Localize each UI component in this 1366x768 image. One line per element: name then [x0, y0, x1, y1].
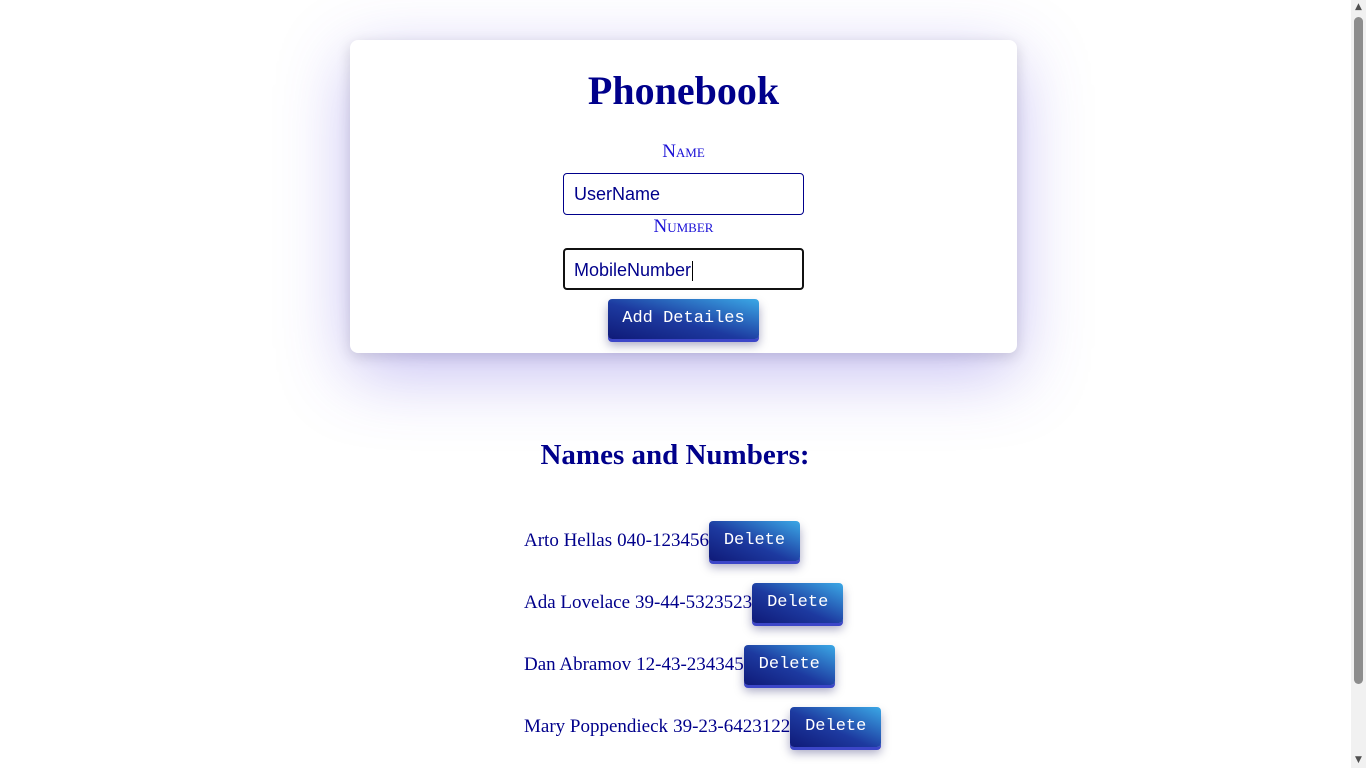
number-input[interactable]: MobileNumber	[563, 248, 804, 290]
entry-name: Arto Hellas	[524, 530, 613, 551]
scrollbar-thumb[interactable]	[1354, 17, 1363, 684]
entry-text: Mary Poppendieck 39-23-6423122	[524, 716, 790, 738]
delete-button[interactable]: Delete	[752, 583, 844, 623]
name-input-value: UserName	[574, 184, 661, 204]
entry-number: 12-43-234345	[636, 654, 744, 675]
text-caret	[692, 261, 694, 282]
entry-number: 39-23-6423122	[673, 716, 791, 737]
delete-button[interactable]: Delete	[743, 645, 835, 685]
entry-number: 39-44-5323523	[635, 592, 753, 613]
list-item: Dan Abramov 12-43-234345 Delete	[524, 644, 1124, 686]
list-item: Mary Poppendieck 39-23-6423122 Delete	[524, 706, 1124, 748]
entry-number: 040-123456	[617, 530, 709, 551]
entry-text: Ada Lovelace 39-44-5323523	[524, 592, 752, 614]
arrow-down-icon[interactable]: ▼	[1351, 753, 1366, 768]
delete-button[interactable]: Delete	[790, 707, 882, 747]
vertical-scrollbar[interactable]: ▲ ▼	[1351, 0, 1366, 768]
page-title: Phonebook	[587, 68, 780, 113]
entry-name: Ada Lovelace	[524, 592, 631, 613]
entry-text: Arto Hellas 040-123456	[524, 530, 709, 552]
arrow-up-icon[interactable]: ▲	[1351, 0, 1366, 15]
phonebook-form-card: Phonebook Name UserName Number MobileNum…	[350, 40, 1017, 353]
add-details-button[interactable]: Add Detailes	[608, 299, 759, 339]
entry-name: Dan Abramov	[524, 654, 632, 675]
number-label: Number	[653, 216, 714, 237]
number-input-value: MobileNumber	[574, 260, 692, 280]
entry-name: Mary Poppendieck	[524, 716, 669, 737]
list-item: Ada Lovelace 39-44-5323523 Delete	[524, 582, 1124, 624]
entries-heading: Names and Numbers:	[540, 439, 810, 471]
list-item: Arto Hellas 040-123456 Delete	[524, 520, 1124, 562]
delete-button[interactable]: Delete	[708, 521, 800, 561]
entry-text: Dan Abramov 12-43-234345	[524, 654, 744, 676]
name-input[interactable]: UserName	[563, 173, 804, 215]
name-label: Name	[662, 141, 705, 162]
entries-list: Arto Hellas 040-123456 Delete Ada Lovelac…	[524, 520, 1124, 768]
